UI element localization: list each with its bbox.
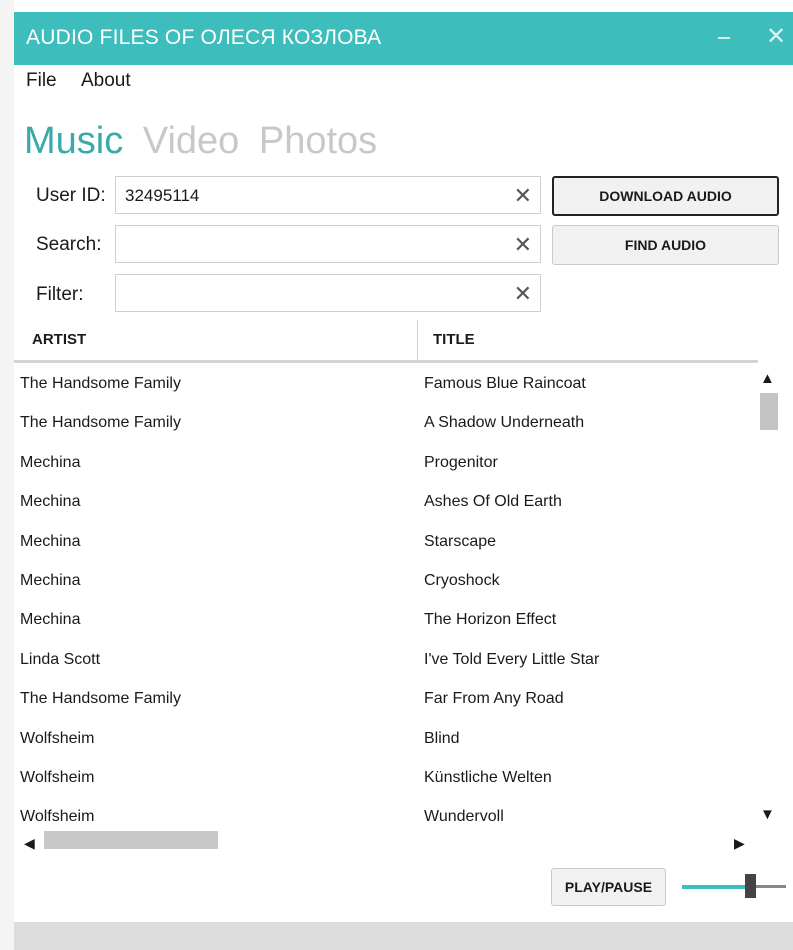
list-item[interactable]: The Handsome Family A Shadow Underneath — [14, 405, 758, 444]
play-pause-button[interactable]: PLAY/PAUSE — [551, 868, 666, 906]
title-cell: Far From Any Road — [424, 690, 564, 708]
list-item[interactable]: Mechina Cryoshock — [14, 563, 758, 602]
vertical-scrollbar-thumb[interactable] — [760, 393, 778, 430]
scroll-down-arrow-icon[interactable]: ▼ — [760, 806, 775, 823]
column-header-title[interactable]: TITLE — [433, 331, 475, 348]
title-cell: Wundervoll — [424, 808, 504, 826]
scroll-up-arrow-icon[interactable]: ▲ — [760, 370, 775, 387]
clear-user-id-icon[interactable]: ✕ — [514, 183, 532, 209]
close-icon[interactable]: ✕ — [766, 22, 786, 51]
user-id-input[interactable]: 32495114 ✕ — [115, 176, 541, 214]
artist-cell: Mechina — [20, 453, 81, 471]
media-tabs: Music Video Photos — [24, 120, 386, 163]
artist-cell: Linda Scott — [20, 650, 101, 668]
tab-video[interactable]: Video — [143, 120, 240, 162]
filter-input[interactable]: ✕ — [115, 274, 541, 312]
title-cell: Künstliche Welten — [424, 769, 552, 786]
horizontal-scrollbar-thumb[interactable] — [44, 831, 218, 849]
list-header: ARTIST TITLE — [14, 320, 758, 363]
title-cell: Famous Blue Raincoat — [424, 375, 586, 392]
user-id-label: User ID: — [36, 185, 106, 206]
artist-cell: Mechina — [20, 611, 81, 629]
volume-slider-fill[interactable] — [682, 885, 750, 889]
list-item[interactable]: Linda Scott I've Told Every Little Star — [14, 642, 758, 681]
artist-cell: Mechina — [20, 532, 81, 550]
search-label: Search: — [36, 234, 102, 255]
list-item[interactable]: Mechina Ashes Of Old Earth — [14, 484, 758, 523]
tab-photos[interactable]: Photos — [259, 120, 377, 162]
menu-file[interactable]: File — [26, 70, 57, 92]
list-item[interactable]: The Handsome Family Famous Blue Raincoat — [14, 366, 758, 405]
title-cell: The Horizon Effect — [424, 611, 557, 629]
artist-cell: Wolfsheim — [20, 769, 95, 786]
artist-cell: Wolfsheim — [20, 729, 95, 747]
column-header-artist[interactable]: ARTIST — [32, 331, 86, 348]
scroll-right-arrow-icon[interactable]: ▶ — [734, 835, 745, 852]
window-title: AUDIO FILES OF ОЛЕСЯ КОЗЛОВА — [26, 26, 382, 49]
volume-slider-thumb[interactable] — [744, 874, 756, 898]
title-cell: Cryoshock — [424, 572, 500, 589]
title-cell: I've Told Every Little Star — [424, 650, 600, 668]
minimize-icon[interactable] — [718, 37, 730, 39]
app-window: AUDIO FILES OF ОЛЕСЯ КОЗЛОВА ✕ File Abou… — [14, 12, 793, 950]
artist-cell: Mechina — [20, 572, 81, 589]
title-cell: Starscape — [424, 532, 497, 550]
list-item[interactable]: The Handsome Family Far From Any Road — [14, 681, 758, 720]
artist-cell: The Handsome Family — [20, 375, 181, 392]
title-cell: Blind — [424, 729, 460, 747]
artist-cell: Mechina — [20, 493, 81, 511]
title-cell: Progenitor — [424, 453, 498, 471]
background-window-edge — [0, 0, 14, 950]
scroll-left-arrow-icon[interactable]: ◀ — [24, 835, 35, 852]
filter-label: Filter: — [36, 284, 84, 305]
clear-filter-icon[interactable]: ✕ — [514, 281, 532, 307]
title-cell: A Shadow Underneath — [424, 414, 585, 432]
menu-about[interactable]: About — [81, 70, 131, 92]
list-item[interactable]: Mechina Progenitor — [14, 445, 758, 484]
search-input[interactable]: ✕ — [115, 225, 541, 263]
volume-slider-track[interactable] — [755, 885, 786, 888]
title-cell: Ashes Of Old Earth — [424, 493, 562, 511]
list-item[interactable]: Mechina Starscape — [14, 524, 758, 563]
artist-cell: Wolfsheim — [20, 808, 95, 826]
column-divider[interactable] — [417, 320, 418, 360]
artist-cell: The Handsome Family — [20, 690, 181, 708]
list-item[interactable]: Wolfsheim Künstliche Welten — [14, 760, 758, 799]
artist-cell: The Handsome Family — [20, 414, 181, 432]
title-bar[interactable]: AUDIO FILES OF ОЛЕСЯ КОЗЛОВА ✕ — [14, 12, 793, 65]
tab-music[interactable]: Music — [24, 120, 123, 162]
status-bar — [14, 922, 793, 950]
find-audio-button[interactable]: FIND AUDIO — [552, 225, 779, 265]
user-id-value: 32495114 — [125, 186, 200, 205]
list-item[interactable]: Mechina The Horizon Effect — [14, 602, 758, 641]
clear-search-icon[interactable]: ✕ — [514, 232, 532, 258]
download-audio-button[interactable]: DOWNLOAD AUDIO — [552, 176, 779, 216]
list-item[interactable]: Wolfsheim Blind — [14, 721, 758, 760]
